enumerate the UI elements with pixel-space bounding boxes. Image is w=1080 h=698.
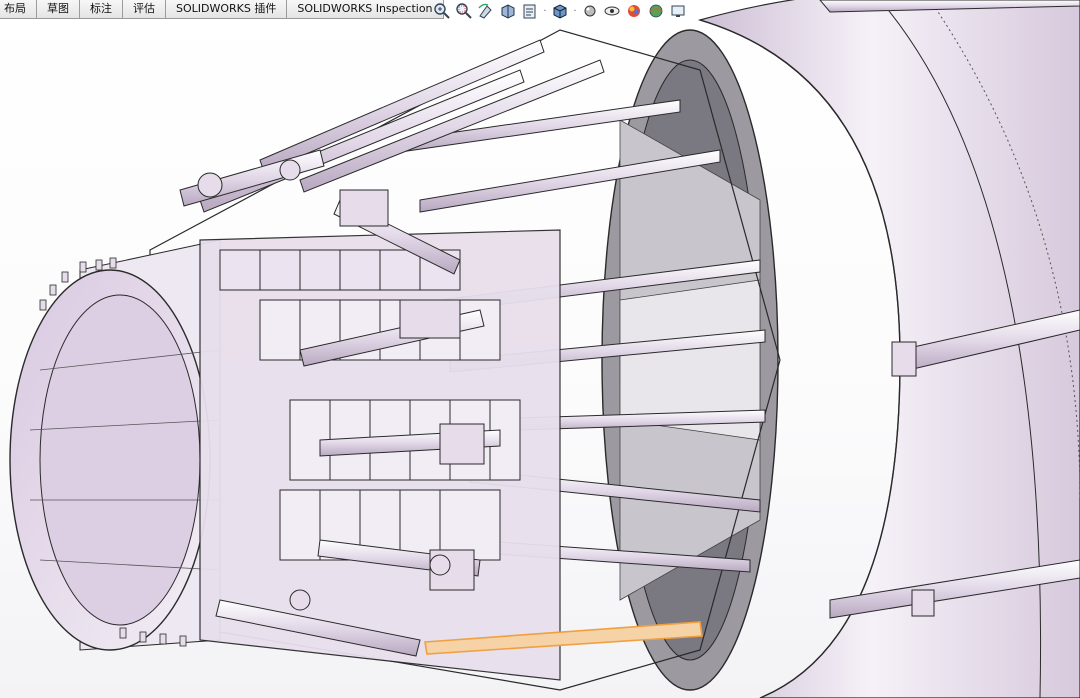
- edit-appearance-icon[interactable]: [624, 1, 644, 21]
- toolbar-separator: ·: [543, 5, 547, 17]
- apply-scene-icon[interactable]: [646, 1, 666, 21]
- zoom-to-area-icon[interactable]: [454, 1, 474, 21]
- view-settings-icon[interactable]: [668, 1, 688, 21]
- tab-solidworks-addins[interactable]: SOLIDWORKS 插件: [166, 0, 288, 18]
- tab-sketch[interactable]: 草图: [37, 0, 80, 18]
- tab-evaluate[interactable]: 评估: [123, 0, 166, 18]
- 3d-model-view[interactable]: [0, 0, 1080, 698]
- toolbar-separator: ·: [573, 5, 577, 17]
- display-style-icon[interactable]: [580, 1, 600, 21]
- command-manager-tabs: 布局 草图 标注 评估 SOLIDWORKS 插件 SOLIDWORKS Ins…: [0, 0, 444, 19]
- dynamic-annotation-view-icon[interactable]: [520, 1, 540, 21]
- hide-show-items-icon[interactable]: [602, 1, 622, 21]
- view-orientation-icon[interactable]: [550, 1, 570, 21]
- heads-up-view-toolbar: · ·: [432, 0, 688, 22]
- tab-solidworks-inspection[interactable]: SOLIDWORKS Inspection: [287, 0, 444, 18]
- zoom-to-fit-icon[interactable]: [432, 1, 452, 21]
- graphics-area[interactable]: [0, 0, 1080, 698]
- tab-markup[interactable]: 标注: [80, 0, 123, 18]
- section-view-icon[interactable]: [498, 1, 518, 21]
- rear-ring[interactable]: [601, 29, 779, 691]
- previous-view-icon[interactable]: [476, 1, 496, 21]
- tab-layout[interactable]: 布局: [0, 0, 37, 18]
